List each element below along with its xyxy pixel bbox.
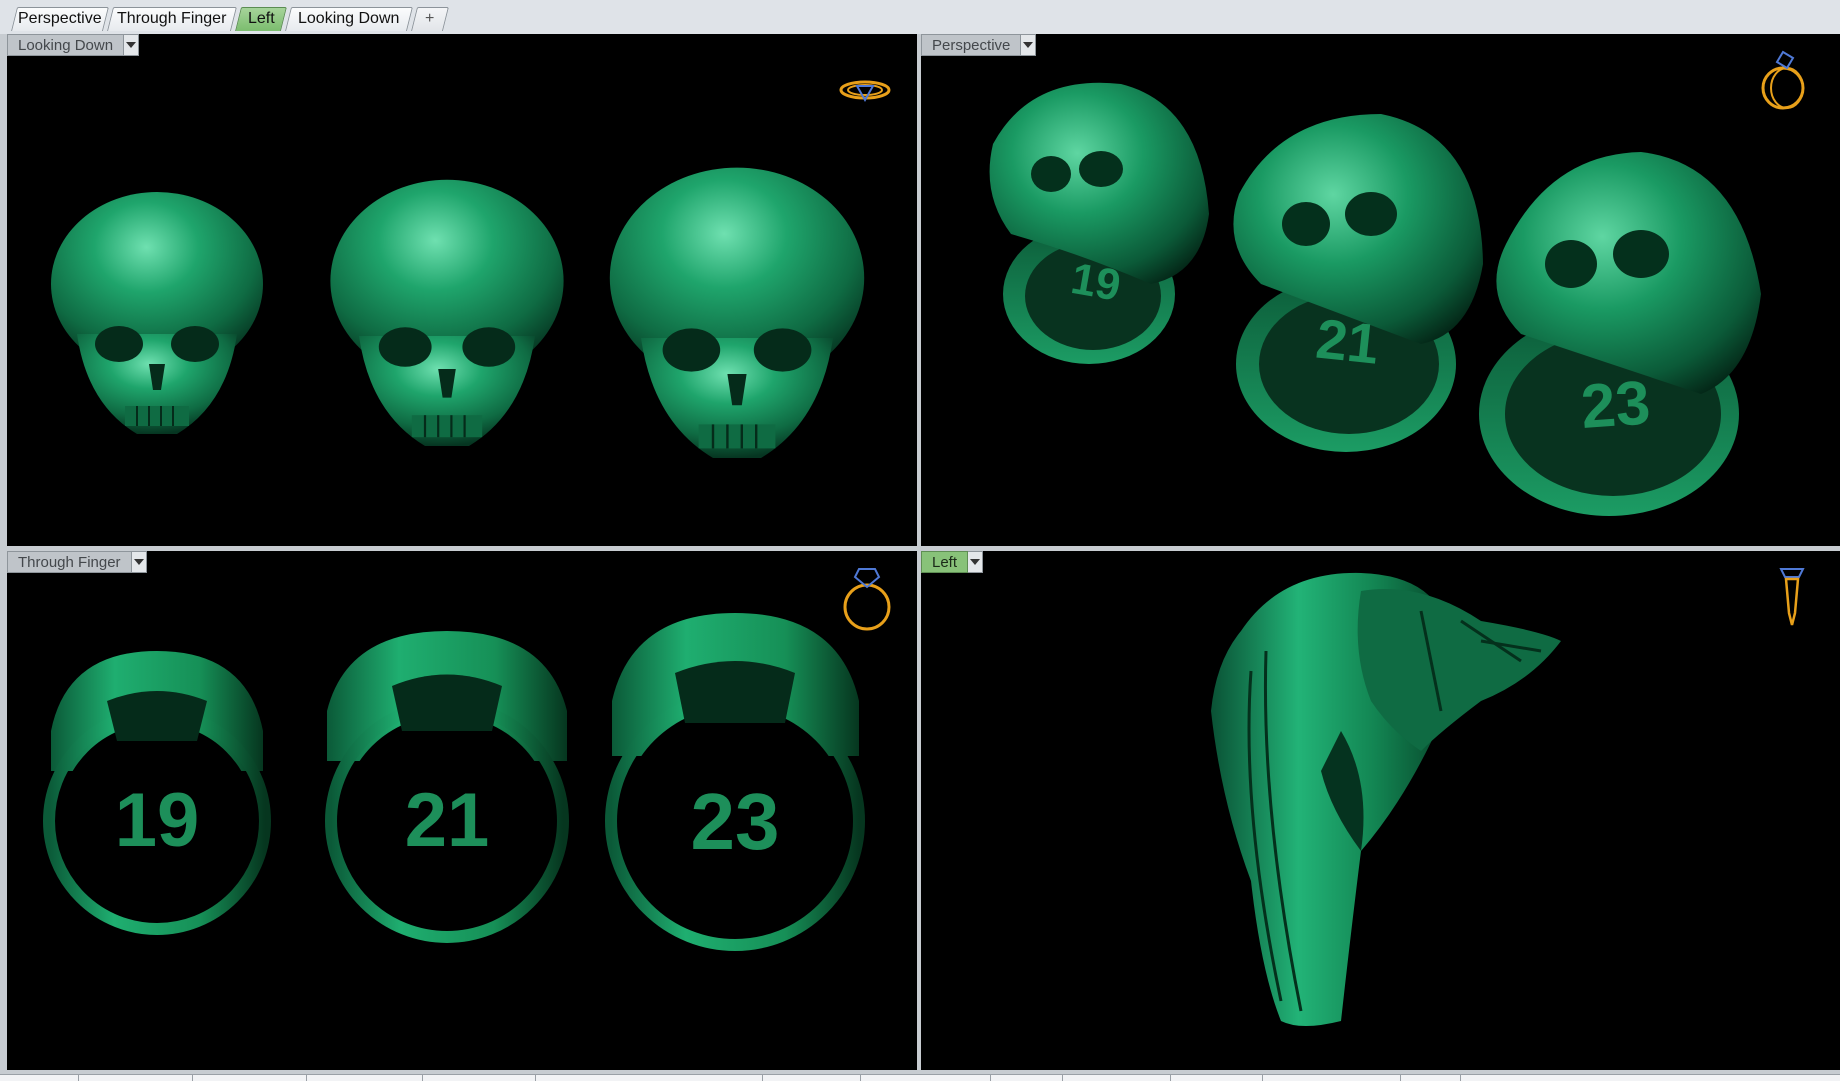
skull-ring-side-view — [1211, 572, 1561, 1026]
ring-size-label: 19 — [1067, 254, 1124, 311]
tab-label: Perspective — [18, 10, 102, 27]
chevron-down-icon[interactable] — [131, 551, 147, 573]
ring-top-view-icon[interactable] — [837, 72, 893, 108]
viewport-tab-bar: Perspective Through Finger Left Looking … — [0, 0, 1840, 35]
perspective-ring-21 — [1233, 114, 1483, 452]
tab-left[interactable]: Left — [235, 7, 287, 31]
viewport-through-finger[interactable]: Through Finger 19 21 23 — [7, 551, 917, 1070]
perspective-ring-23 — [1479, 152, 1761, 516]
ring-size-label: 21 — [405, 778, 490, 863]
viewport-looking-down[interactable]: Looking Down — [7, 34, 917, 546]
viewport-grid: Looking Down Perspective 19 21 23 Throug… — [0, 34, 1840, 1074]
viewport-left[interactable]: Left — [921, 551, 1840, 1070]
chevron-down-icon[interactable] — [1021, 34, 1037, 56]
skull-rings-through-finger: 19 21 23 — [43, 613, 865, 951]
tab-label: Left — [247, 10, 275, 27]
viewport-perspective[interactable]: Perspective 19 21 23 — [921, 34, 1840, 546]
ring-perspective-icon[interactable] — [1757, 48, 1813, 112]
ring-size-label: 23 — [691, 777, 780, 866]
side-ring-model — [1211, 572, 1561, 1026]
ring-size-label: 23 — [1579, 368, 1653, 442]
viewport-title[interactable]: Perspective — [921, 34, 1022, 56]
viewport-title[interactable]: Looking Down — [7, 34, 125, 56]
viewport-label-menu[interactable]: Through Finger — [7, 551, 147, 573]
tab-looking-down[interactable]: Looking Down — [285, 7, 413, 31]
viewport-label-menu[interactable]: Perspective — [921, 34, 1037, 56]
skull-model-23 — [609, 167, 865, 458]
ring-size-label: 19 — [115, 778, 200, 863]
skull-rings-perspective: 19 21 23 — [989, 82, 1761, 516]
skull-model-21 — [330, 179, 564, 446]
ring-front-view-icon[interactable] — [839, 563, 895, 633]
perspective-ring-19 — [989, 82, 1209, 364]
tab-through-finger[interactable]: Through Finger — [107, 7, 237, 31]
ring-size-label: 21 — [1313, 307, 1382, 376]
plus-icon: + — [425, 10, 435, 27]
viewport-title[interactable]: Left — [921, 551, 969, 573]
skull-model-19 — [51, 192, 263, 434]
chevron-down-icon[interactable] — [968, 551, 984, 573]
viewport-title[interactable]: Through Finger — [7, 551, 132, 573]
add-tab-button[interactable]: + — [411, 7, 449, 31]
ring-side-view-icon[interactable] — [1777, 563, 1807, 633]
viewport-label-menu[interactable]: Left — [921, 551, 984, 573]
chevron-down-icon[interactable] — [124, 34, 140, 56]
tab-perspective[interactable]: Perspective — [11, 7, 109, 31]
viewport-label-menu[interactable]: Looking Down — [7, 34, 140, 56]
tab-label: Through Finger — [117, 10, 227, 27]
skull-rings-top-view — [51, 167, 865, 458]
tab-label: Looking Down — [298, 10, 400, 27]
